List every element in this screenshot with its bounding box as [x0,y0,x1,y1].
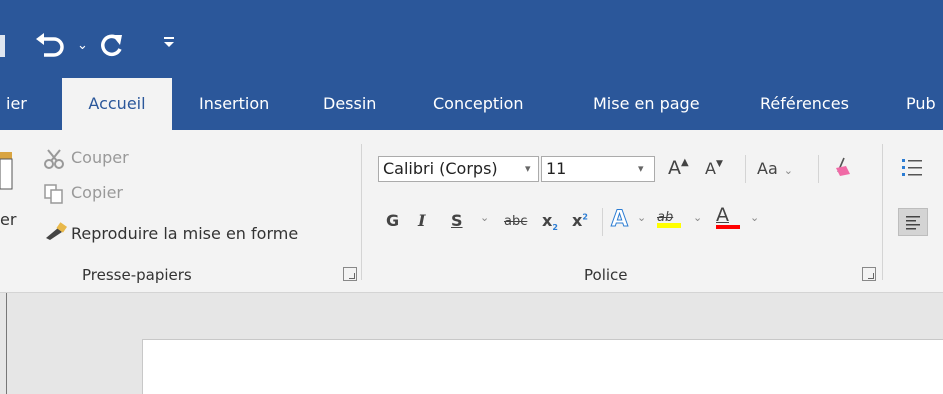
tab-publipostage[interactable]: Pub [906,78,936,130]
highlight-icon: ab [657,210,674,225]
cut-icon[interactable] [42,148,66,174]
shrink-font-icon: A [705,159,716,178]
ribbon-tabs: ier Accueil Insertion Dessin Conception … [0,78,943,130]
format-painter-button[interactable]: Reproduire la mise en forme [71,224,298,243]
subscript-mark: 2 [552,223,558,233]
undo-icon[interactable] [34,31,68,65]
clipboard-launcher-icon[interactable] [343,267,357,281]
cut-button[interactable]: Couper [71,148,129,167]
tab-references[interactable]: Références [760,78,849,130]
highlight-button[interactable]: ab [657,206,681,228]
font-name-value: Calibri (Corps) [383,159,498,178]
bullets-icon[interactable] [900,156,924,184]
window-edge [0,293,7,394]
font-color-icon: A [716,204,729,226]
strikethrough-button[interactable]: abc [504,214,527,229]
clear-formatting-icon[interactable] [832,156,854,184]
word-window: ⌄ ier Accueil Insertion Dessin Conceptio… [0,0,943,394]
tab-conception[interactable]: Conception [433,78,524,130]
customize-qat-icon[interactable] [163,35,175,53]
separator [602,208,603,236]
subscript-label: x [542,211,553,230]
format-painter-icon[interactable] [44,222,68,246]
copy-button[interactable]: Copier [71,183,123,202]
align-left-icon[interactable] [898,208,928,236]
redo-icon[interactable] [100,31,126,65]
underline-button[interactable]: S [451,211,463,230]
font-color-button[interactable]: A [716,204,740,229]
tab-fichier[interactable]: ier [6,78,27,130]
chevron-down-icon: ▾ [638,162,644,175]
group-separator [361,144,362,280]
chevron-down-icon: ⌄ [783,164,793,177]
separator [818,155,819,183]
copy-icon[interactable] [42,183,66,209]
paste-label[interactable]: er [0,210,16,229]
font-name-select[interactable]: Calibri (Corps) ▾ [378,156,539,182]
superscript-button[interactable]: x2 [572,211,588,230]
font-color-dropdown-icon[interactable]: ⌄ [750,211,759,224]
font-size-select[interactable]: 11 ▾ [541,156,655,182]
grow-font-icon: A [668,157,681,179]
font-launcher-icon[interactable] [862,267,876,281]
grow-font-button[interactable]: A▲ [668,157,689,179]
highlight-dropdown-icon[interactable]: ⌄ [693,211,702,224]
arrow-up-icon: ▲ [681,157,689,168]
clipboard-group-label: Presse-papiers [82,266,192,284]
save-icon[interactable] [0,35,5,57]
italic-button[interactable]: I [418,211,425,230]
chevron-down-icon: ▾ [525,162,531,175]
tab-accueil[interactable]: Accueil [62,78,172,130]
tab-insertion[interactable]: Insertion [199,78,269,130]
document-page[interactable] [142,339,943,394]
separator [745,155,746,183]
shrink-font-button[interactable]: A▼ [705,159,723,178]
subscript-button[interactable]: x2 [542,211,558,232]
superscript-mark: 2 [582,212,588,222]
underline-dropdown-icon[interactable]: ⌄ [480,211,489,224]
ribbon: er Couper Copier Reproduire la mise en f… [0,130,943,386]
bold-button[interactable]: G [386,211,399,230]
title-bar: ⌄ [0,0,943,78]
font-group-label: Police [584,266,628,284]
group-separator [882,144,883,280]
arrow-down-icon: ▼ [715,159,723,169]
undo-dropdown-icon[interactable]: ⌄ [77,38,88,53]
change-case-button[interactable]: Aa ⌄ [757,159,793,178]
font-size-value: 11 [546,159,567,178]
superscript-label: x [572,211,583,230]
tab-dessin[interactable]: Dessin [323,78,376,130]
text-effects-button[interactable]: A [610,207,628,233]
change-case-icon: Aa [757,159,778,178]
paste-icon[interactable] [0,148,14,196]
effects-dropdown-icon[interactable]: ⌄ [637,211,646,224]
tab-mise-en-page[interactable]: Mise en page [593,78,700,130]
